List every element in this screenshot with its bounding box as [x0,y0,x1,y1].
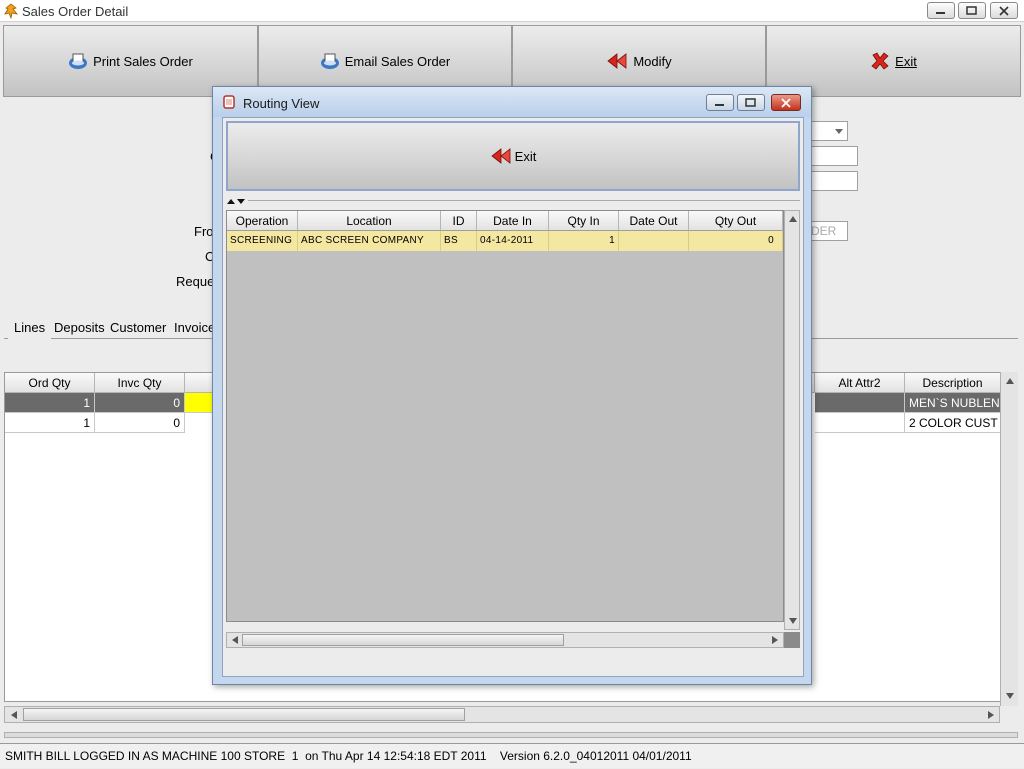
scroll-down-icon [1006,693,1014,699]
table-row[interactable]: SCREENING ABC SCREEN COMPANY BS 04-14-20… [227,231,783,251]
lines-horizontal-scrollbar[interactable] [4,706,1000,723]
form-field-2[interactable] [810,171,858,191]
close-icon [999,6,1009,16]
cell-date-out [619,231,689,251]
maximize-button[interactable] [958,2,986,19]
col-date-out[interactable]: Date Out [619,211,689,231]
window-title: Sales Order Detail [22,4,129,19]
col-id[interactable]: ID [441,211,477,231]
col-location[interactable]: Location [298,211,441,231]
scroll-right-icon [772,636,778,644]
routing-view-dialog: Routing View Exit Operation Location ID … [212,86,812,685]
tab-lines[interactable]: Lines [8,319,52,339]
combo-box[interactable] [810,121,848,141]
scroll-right-icon [988,711,994,719]
chevron-down-icon [835,129,843,134]
print-sales-order-label: Print Sales Order [93,53,193,69]
scroll-thumb[interactable] [242,634,564,646]
splitter-handle[interactable] [226,194,800,208]
cell-qty-out: 0 [689,231,783,251]
col-qty-out[interactable]: Qty Out [689,211,783,231]
col-ord-qty[interactable]: Ord Qty [5,373,95,393]
dialog-title-bar: Routing View [213,87,811,117]
label-request: Reque [176,274,215,289]
back-arrows-icon [607,53,627,69]
close-button[interactable] [990,2,1018,19]
dialog-title: Routing View [243,96,320,111]
col-operation[interactable]: Operation [227,211,298,231]
dialog-minimize-button[interactable] [706,94,734,111]
scroll-left-icon [11,711,17,719]
table-row[interactable]: 1 [5,393,95,413]
highlight-cell[interactable] [185,393,215,413]
dialog-body: Exit Operation Location ID Date In Qty I… [222,117,804,677]
minimize-icon [936,12,945,14]
printer-icon [69,53,88,69]
minimize-icon [715,104,724,106]
col-date-in[interactable]: Date In [477,211,549,231]
col-alt-attr2[interactable]: Alt Attr2 [815,373,905,393]
cell-location: ABC SCREEN COMPANY [298,231,441,251]
order-field-text: DER [811,224,837,238]
cell-qty-in: 1 [549,231,619,251]
close-icon [781,98,791,108]
table-cell[interactable]: 0 [95,413,185,433]
label-from: Fro [194,224,214,239]
status-bar: SMITH BILL LOGGED IN AS MACHINE 100 STOR… [0,743,1024,768]
back-arrows-icon [491,148,511,164]
col-qty-in[interactable]: Qty In [549,211,619,231]
table-cell[interactable]: MEN`S NUBLEN [905,393,1001,413]
bottom-separator [4,732,1018,738]
scroll-down-icon [789,618,797,624]
table-row[interactable]: 1 [5,413,95,433]
form-field-1[interactable] [810,146,858,166]
window-title-bar: Sales Order Detail [0,0,1024,22]
dialog-app-icon [223,95,235,109]
scroll-left-icon [232,636,238,644]
status-text: SMITH BILL LOGGED IN AS MACHINE 100 STOR… [5,749,692,763]
modify-label: Modify [633,53,672,69]
scroll-up-icon [789,216,797,222]
email-printer-icon [320,53,339,69]
table-cell[interactable] [815,413,905,433]
order-field[interactable]: DER [810,221,848,241]
scroll-corner [784,632,800,648]
col-description[interactable]: Description [905,373,1001,393]
dialog-close-button[interactable] [771,94,801,111]
email-sales-order-label: Email Sales Order [344,53,451,69]
cell-operation: SCREENING [227,231,298,251]
routing-grid: Operation Location ID Date In Qty In Dat… [226,210,784,622]
collapse-arrows-icon [227,199,245,204]
scroll-up-icon [1006,378,1014,384]
tab-deposits[interactable]: Deposits [48,319,111,339]
app-icon [4,3,18,19]
table-cell[interactable]: 0 [95,393,185,413]
tab-customer[interactable]: Customer [104,319,172,339]
dialog-exit-label: Exit [514,148,537,164]
cell-id: BS [441,231,477,251]
maximize-icon [745,98,756,107]
table-cell[interactable] [815,393,905,413]
routing-horizontal-scrollbar[interactable] [226,632,784,648]
scroll-thumb[interactable] [23,708,465,721]
col-invc-qty[interactable]: Invc Qty [95,373,185,393]
minimize-button[interactable] [927,2,955,19]
routing-vertical-scrollbar[interactable] [784,210,800,630]
exit-label: Exit [895,53,917,69]
cell-date-in: 04-14-2011 [477,231,549,251]
lines-vertical-scrollbar[interactable] [1000,372,1018,706]
table-cell[interactable]: 2 COLOR CUST [905,413,1001,433]
maximize-icon [966,6,977,15]
red-x-icon [871,52,889,70]
dialog-exit-button[interactable]: Exit [226,121,800,191]
dialog-maximize-button[interactable] [737,94,765,111]
